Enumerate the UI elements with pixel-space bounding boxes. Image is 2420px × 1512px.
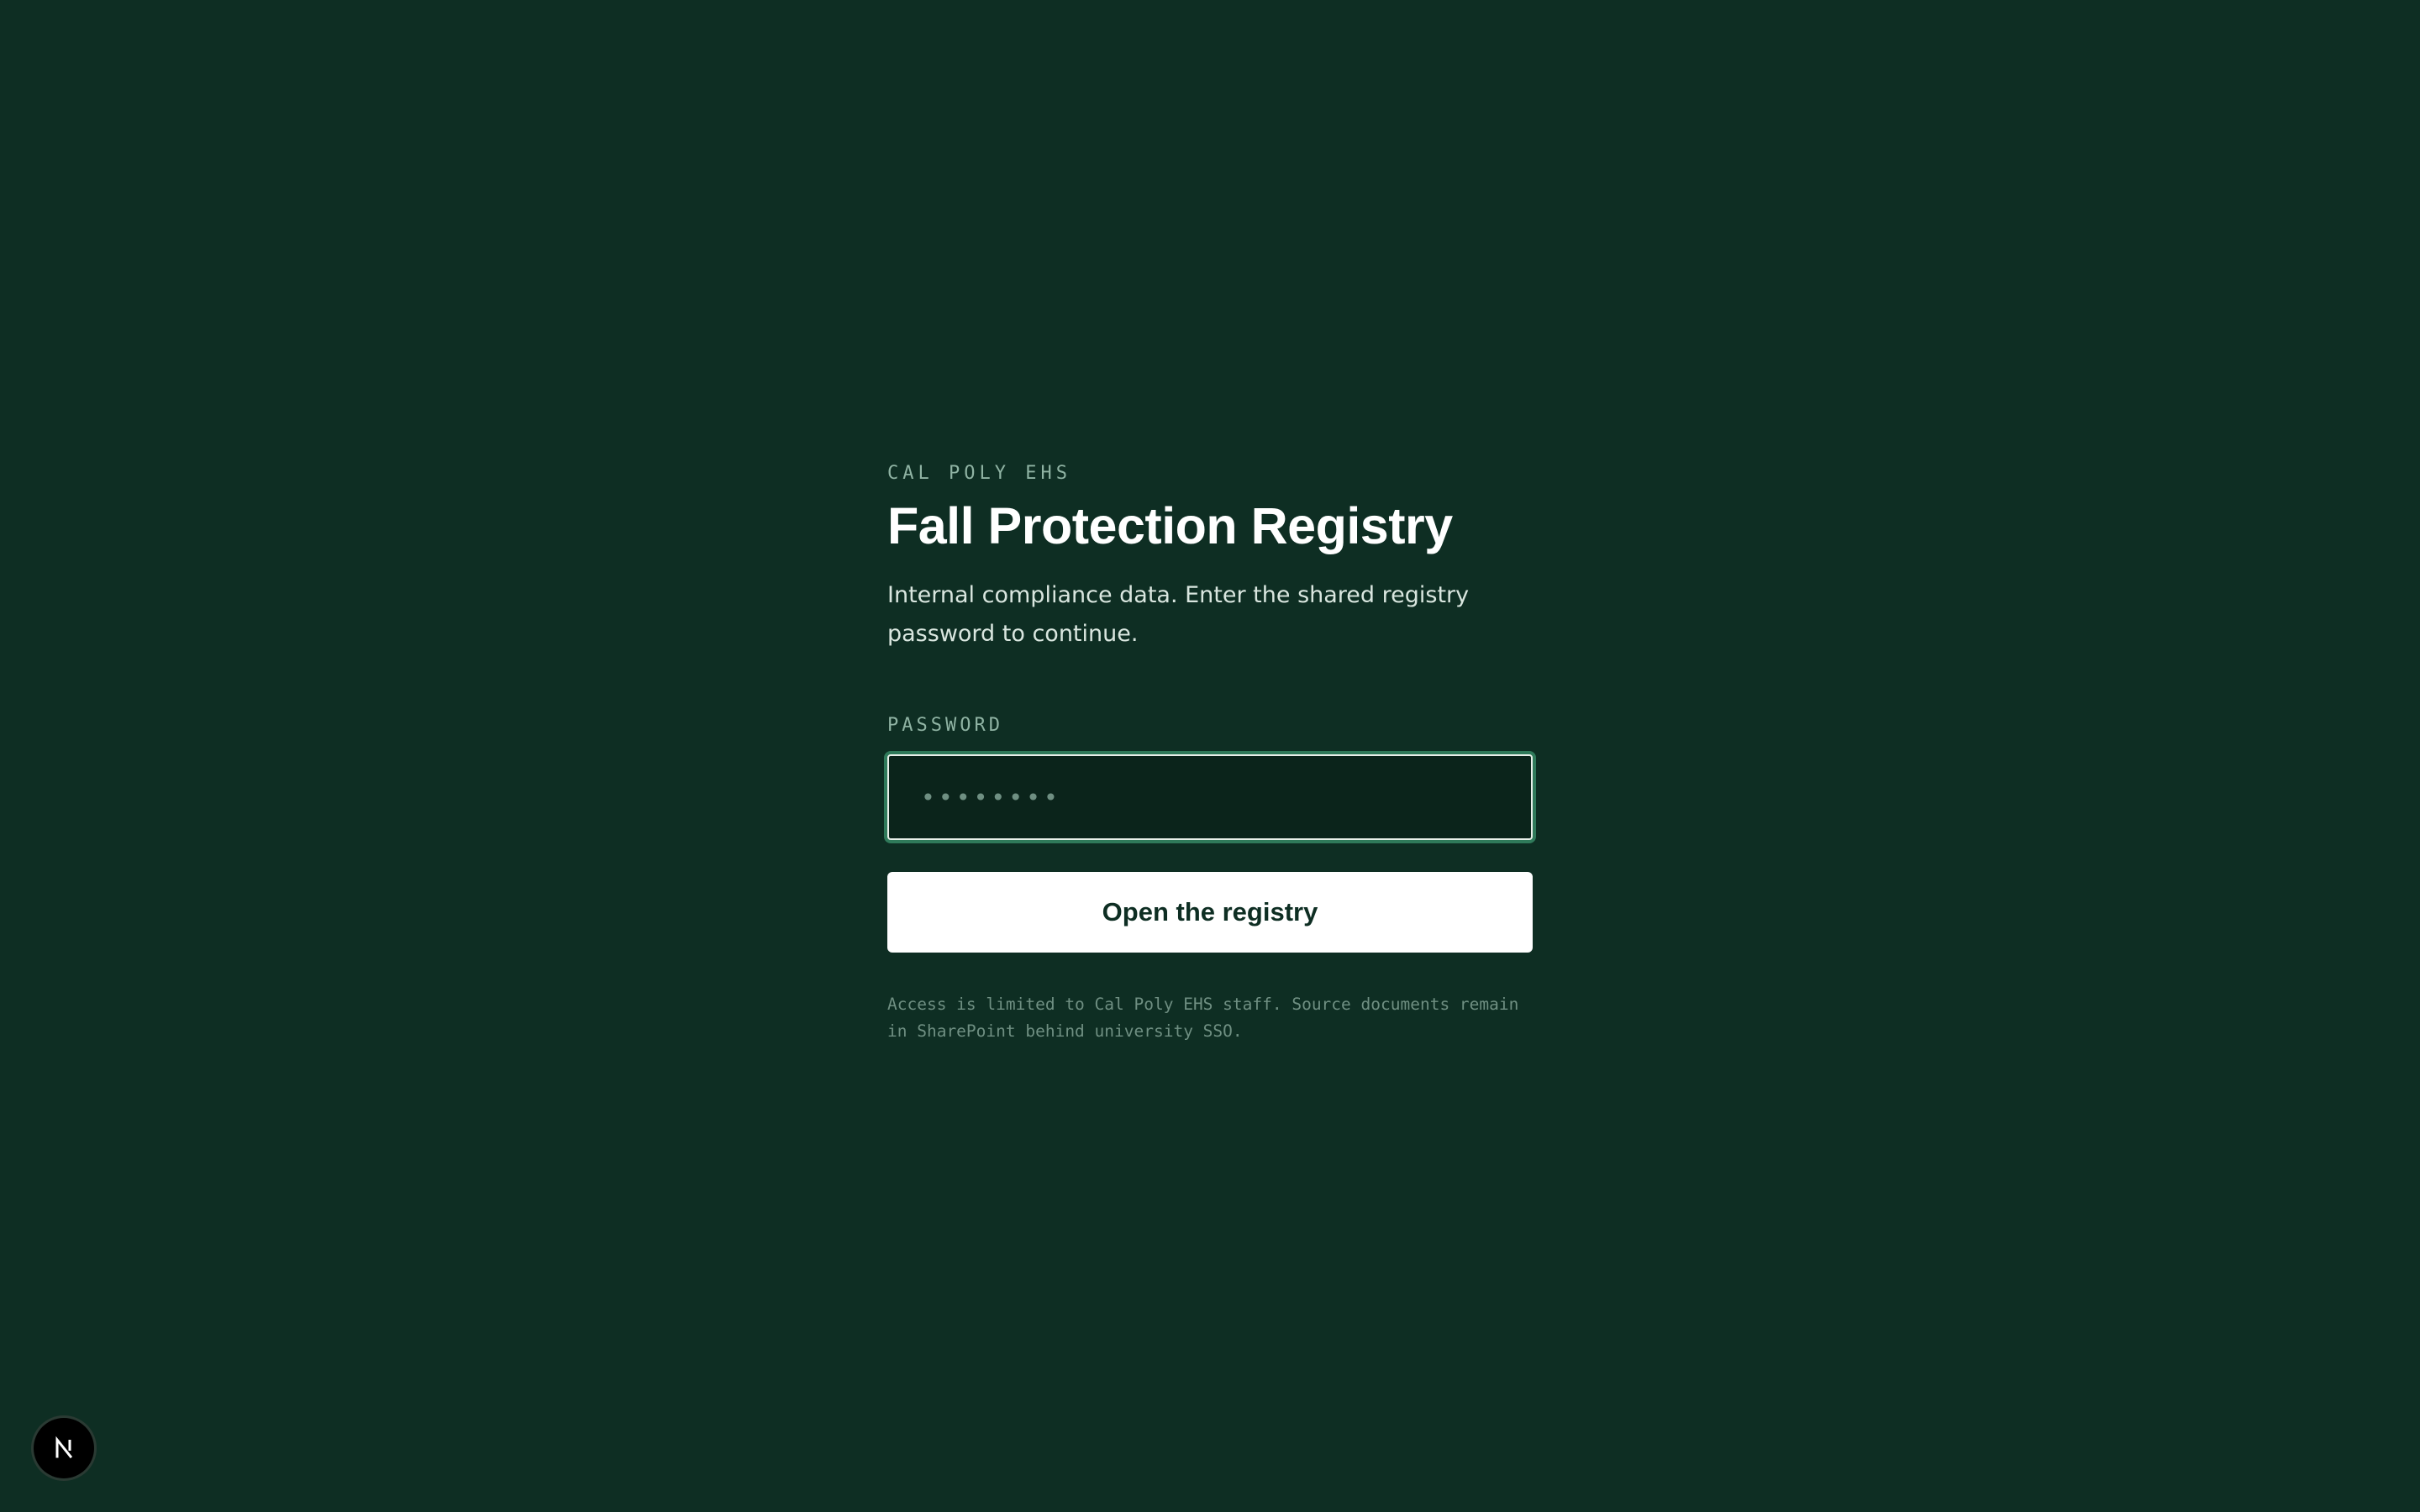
password-label: PASSWORD (887, 715, 1003, 736)
access-footnote: Access is limited to Cal Poly EHS staff.… (887, 995, 1519, 1041)
open-registry-button[interactable]: Open the registry (887, 872, 1533, 953)
password-field-wrapper (887, 754, 1533, 840)
nextjs-dev-badge[interactable] (34, 1418, 94, 1478)
password-input[interactable] (889, 756, 1531, 838)
password-form: PASSWORD Open the registry (887, 712, 1533, 953)
login-card: CAL POLY EHS Fall Protection Registry In… (887, 460, 1533, 1045)
page-title: Fall Protection Registry (887, 497, 1453, 554)
nextjs-logo-icon (55, 1436, 73, 1459)
org-eyebrow: CAL POLY EHS (887, 463, 1071, 484)
page-subtitle: Internal compliance data. Enter the shar… (887, 582, 1470, 647)
